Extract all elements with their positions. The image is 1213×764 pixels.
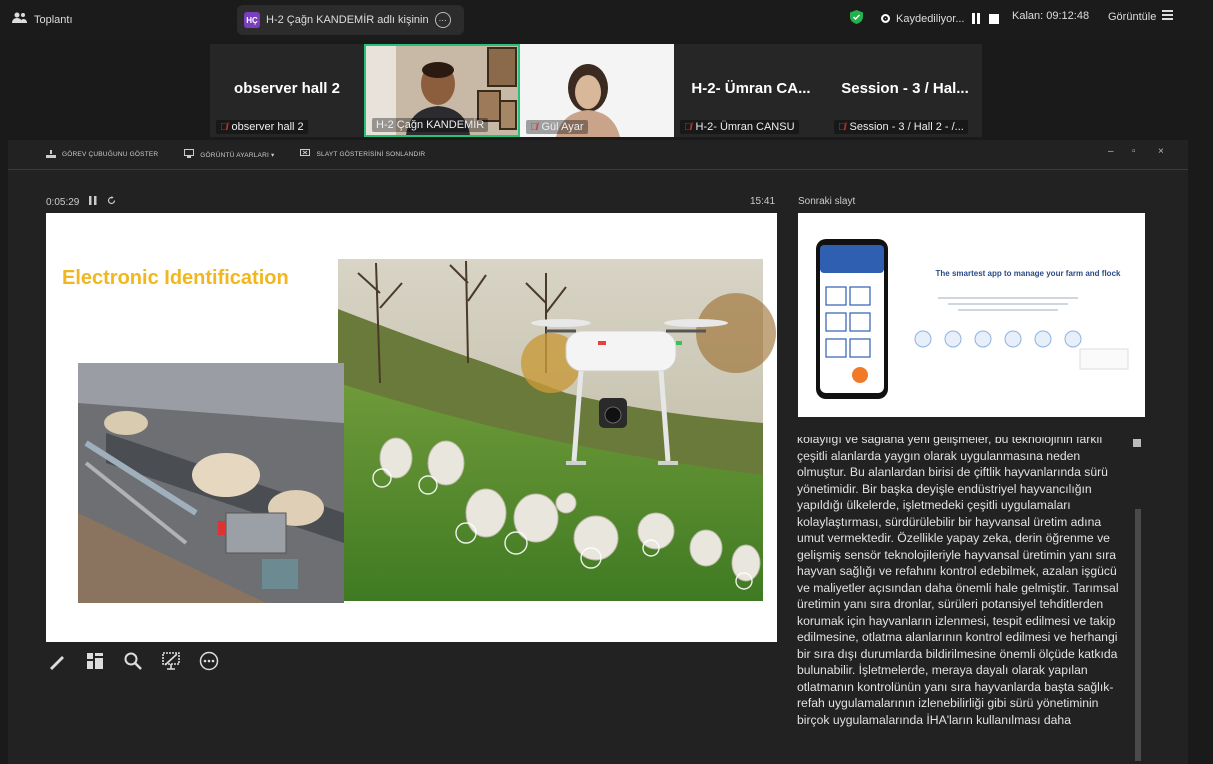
speaker-notes[interactable]: kolaylığı ve sağlana yeni gelişmeler, bu… bbox=[769, 437, 1141, 764]
mic-off-icon: 🎙̸ bbox=[838, 121, 846, 133]
next-slide-preview[interactable]: The smartest app to manage your farm and… bbox=[798, 213, 1145, 417]
next-slide-phone-mockup bbox=[816, 239, 1129, 399]
participant-caption-text: Gül Ayar bbox=[541, 121, 584, 133]
participant-tile-observer[interactable]: observer hall 2 🎙̸ observer hall 2 bbox=[210, 44, 364, 137]
restore-button[interactable]: ▫ bbox=[1132, 146, 1136, 157]
minimize-button[interactable]: – bbox=[1108, 146, 1114, 157]
end-slideshow-label: SLAYT GÖSTERİSİNİ SONLANDIR bbox=[316, 151, 426, 158]
participant-name-large: H-2- Ümran CA... bbox=[691, 80, 811, 97]
see-all-slides-icon[interactable] bbox=[84, 650, 106, 672]
view-label: Görüntüle bbox=[1108, 10, 1157, 23]
view-button[interactable]: Görüntüle bbox=[1108, 10, 1174, 23]
display-settings-button[interactable]: GÖRÜNTÜ AYARLARI ▾ bbox=[184, 149, 274, 160]
grid-view-icon bbox=[1162, 10, 1174, 23]
participant-tile-gul[interactable]: 🎙̸ Gül Ayar bbox=[520, 44, 674, 137]
participant-name-large: Session - 3 / Hal... bbox=[841, 80, 969, 97]
meeting-title: Toplantı bbox=[34, 13, 73, 26]
pen-icon[interactable] bbox=[46, 650, 68, 672]
participant-tile-cagn[interactable]: H-2 Çağn KANDEMİR bbox=[364, 44, 520, 137]
next-slide-label: Sonraki slayt bbox=[798, 196, 856, 207]
end-slideshow-icon bbox=[300, 149, 311, 160]
restart-timer-icon[interactable] bbox=[107, 196, 116, 208]
screen-share-indicator[interactable]: HÇ H-2 Çağn KANDEMİR adlı kişinin ⋯ bbox=[237, 5, 464, 35]
mic-off-icon: 🎙̸ bbox=[220, 121, 228, 133]
recording-label: Kaydediliyor... bbox=[896, 12, 965, 25]
slideshow-timer: 0:05:29 bbox=[46, 196, 116, 208]
taskbar-icon bbox=[46, 149, 56, 160]
remaining-time: Kalan: 09:12:48 bbox=[1012, 10, 1089, 22]
screen-share-text: H-2 Çağn KANDEMİR adlı kişinin bbox=[266, 14, 429, 26]
meeting-title-area: Toplantı bbox=[12, 11, 73, 28]
pause-recording-icon[interactable] bbox=[970, 13, 982, 25]
presenter-toolbar: GÖREV ÇUBUĞUNU GÖSTER GÖRÜNTÜ AYARLARI ▾… bbox=[8, 140, 1188, 170]
participant-caption: H-2 Çağn KANDEMİR bbox=[372, 118, 489, 132]
participant-tile-umran[interactable]: H-2- Ümran CA... 🎙̸ H-2- Ümran CANSU bbox=[674, 44, 828, 137]
participant-caption: 🎙̸ H-2- Ümran CANSU bbox=[680, 120, 799, 134]
recording-dot-icon bbox=[881, 14, 890, 23]
notes-scrollbar[interactable] bbox=[1135, 509, 1141, 761]
end-slideshow-button[interactable]: SLAYT GÖSTERİSİNİ SONLANDIR bbox=[300, 149, 425, 160]
next-slide-title: The smartest app to manage your farm and… bbox=[935, 269, 1121, 278]
participant-caption-text: Session - 3 / Hall 2 - /... bbox=[849, 121, 964, 133]
participant-caption: 🎙̸ observer hall 2 bbox=[216, 120, 308, 134]
participant-strip: observer hall 2 🎙̸ observer hall 2 H-2 Ç… bbox=[210, 44, 982, 137]
mic-off-icon: 🎙̸ bbox=[684, 121, 692, 133]
current-clock: 15:41 bbox=[750, 196, 776, 207]
notes-scroll-up-icon[interactable] bbox=[1133, 439, 1141, 447]
speaker-notes-text: kolaylığı ve sağlana yeni gelişmeler, bu… bbox=[797, 437, 1119, 727]
recording-status: Kaydediliyor... bbox=[850, 10, 1000, 27]
display-settings-icon bbox=[184, 149, 195, 160]
participant-name-large: observer hall 2 bbox=[234, 80, 340, 97]
participant-caption-text: observer hall 2 bbox=[231, 121, 304, 133]
meeting-top-bar: Toplantı HÇ H-2 Çağn KANDEMİR adlı kişin… bbox=[0, 0, 1213, 40]
remaining-time-label: Kalan: 09:12:48 bbox=[1012, 10, 1090, 22]
display-settings-label: GÖRÜNTÜ AYARLARI ▾ bbox=[200, 151, 275, 159]
teams-people-icon bbox=[12, 11, 28, 28]
stop-recording-icon[interactable] bbox=[988, 13, 1000, 25]
more-options-icon[interactable]: ⋯ bbox=[434, 12, 451, 28]
mic-off-icon: 🎙̸ bbox=[530, 121, 538, 133]
participant-caption: 🎙̸ Gül Ayar bbox=[526, 120, 588, 134]
presenter-view-window: GÖREV ÇUBUĞUNU GÖSTER GÖRÜNTÜ AYARLARI ▾… bbox=[8, 140, 1188, 764]
show-taskbar-label: GÖREV ÇUBUĞUNU GÖSTER bbox=[62, 151, 159, 158]
participant-caption-text: H-2- Ümran CANSU bbox=[695, 121, 795, 133]
slide-title: Electronic Identification bbox=[62, 267, 289, 289]
more-options-icon[interactable] bbox=[198, 650, 220, 672]
participant-caption-text: H-2 Çağn KANDEMİR bbox=[376, 119, 485, 131]
zoom-icon[interactable] bbox=[122, 650, 144, 672]
pause-timer-icon[interactable] bbox=[89, 196, 97, 208]
presenter-avatar-badge: HÇ bbox=[244, 12, 260, 28]
close-button[interactable]: × bbox=[1158, 146, 1164, 157]
show-taskbar-button[interactable]: GÖREV ÇUBUĞUNU GÖSTER bbox=[46, 149, 159, 160]
participant-tile-session[interactable]: Session - 3 / Hal... 🎙̸ Session - 3 / Ha… bbox=[828, 44, 982, 137]
participant-caption: 🎙̸ Session - 3 / Hall 2 - /... bbox=[834, 120, 968, 134]
elapsed-time: 0:05:29 bbox=[46, 196, 80, 208]
black-screen-icon[interactable] bbox=[160, 650, 182, 672]
presenter-tools bbox=[46, 650, 220, 672]
shield-check-icon bbox=[850, 10, 863, 27]
current-slide[interactable]: Electronic Identification bbox=[46, 213, 777, 642]
